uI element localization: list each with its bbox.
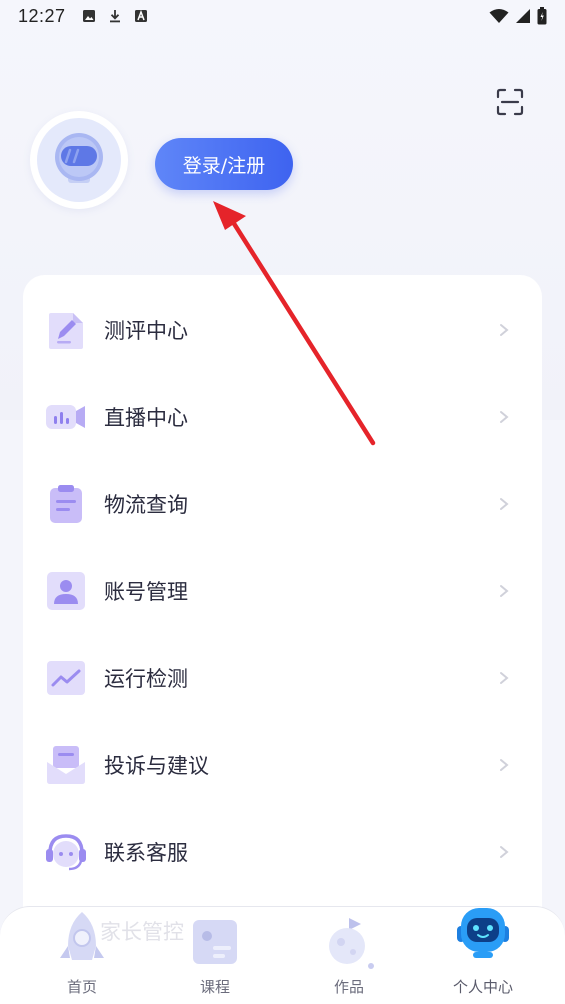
tab-works[interactable]: 作品 (294, 906, 404, 1004)
menu-item-label: 运行检测 (104, 666, 188, 691)
menu-item-label: 投诉与建议 (104, 753, 209, 778)
monitor-chart-icon (47, 660, 85, 695)
mail-icon (47, 745, 85, 784)
menu-item-label: 联系客服 (104, 840, 188, 865)
chevron-right-icon (500, 323, 509, 336)
chevron-right-icon (500, 410, 509, 423)
astronaut-helmet-icon (55, 133, 103, 183)
menu-item-customer-service[interactable]: 联系客服 (23, 808, 542, 895)
menu-item-label: 测评中心 (104, 318, 188, 343)
account-icon (47, 571, 85, 610)
tab-label: 作品 (333, 978, 364, 996)
avatar[interactable] (30, 111, 128, 209)
menu-item-label: 账号管理 (104, 579, 188, 604)
download-icon (109, 10, 120, 23)
app-a-icon (134, 9, 147, 22)
menu-item-run-check[interactable]: 运行检测 (23, 634, 542, 721)
chevron-right-icon (500, 671, 509, 684)
battery-icon (537, 7, 547, 25)
menu-item-assessment[interactable]: 测评中心 (23, 286, 542, 373)
course-icon (193, 920, 237, 964)
tab-profile[interactable]: 个人中心 (428, 906, 538, 1004)
image-icon (82, 10, 95, 22)
live-stream-icon (46, 404, 85, 429)
menu-item-live-stream[interactable]: 直播中心 (23, 373, 542, 460)
wifi-icon (489, 9, 509, 23)
headset-icon (46, 833, 86, 870)
tab-course[interactable]: 课程 (160, 906, 270, 1004)
system-icons (489, 7, 547, 25)
tab-label: 个人中心 (452, 978, 513, 996)
signal-icon (516, 9, 530, 23)
menu-item-label: 直播中心 (104, 405, 188, 430)
tab-label: 课程 (199, 978, 230, 996)
assessment-icon (49, 312, 83, 349)
planet-icon (329, 918, 374, 969)
status-time: 12:27 (18, 5, 66, 26)
chevron-right-icon (500, 758, 509, 771)
scan-icon[interactable] (494, 86, 526, 118)
chevron-right-icon (500, 845, 509, 858)
menu-item-account[interactable]: 账号管理 (23, 547, 542, 634)
robot-icon (457, 908, 509, 958)
chevron-right-icon (500, 584, 509, 597)
menu-item-label: 物流查询 (104, 492, 188, 517)
login-register-button[interactable]: 登录/注册 (155, 138, 293, 190)
notification-icons (82, 9, 148, 23)
menu-card: 测评中心 直播中心 物流查询 账号管理 运行检测 投诉与建议 联系客服 (23, 275, 542, 975)
rocket-icon (60, 912, 104, 960)
menu-item-logistics[interactable]: 物流查询 (23, 460, 542, 547)
avatar-background (37, 118, 121, 202)
tab-home[interactable]: 首页 (27, 906, 137, 1004)
tab-label: 首页 (66, 978, 97, 996)
status-bar: 12:27 (0, 0, 565, 32)
logistics-clipboard-icon (50, 484, 82, 523)
chevron-right-icon (500, 497, 509, 510)
menu-item-complaints[interactable]: 投诉与建议 (23, 721, 542, 808)
